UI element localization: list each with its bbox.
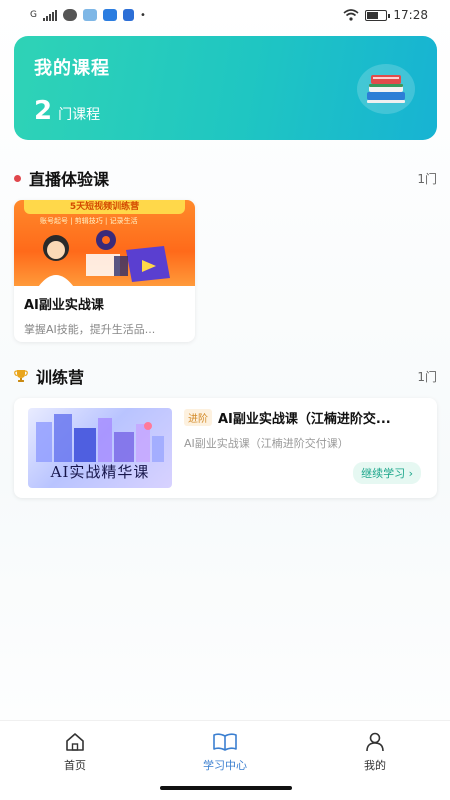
- advanced-badge: 进阶: [184, 409, 212, 426]
- home-indicator[interactable]: [160, 786, 292, 790]
- user-icon: [366, 732, 384, 752]
- camp-course-card[interactable]: AI实战精华课 进阶 AI副业实战课（江楠进阶交... AI副业实战课（江楠进阶…: [14, 398, 437, 498]
- more-dot-icon: •: [139, 9, 146, 21]
- live-section-count: 1门: [417, 171, 437, 186]
- home-icon: [66, 733, 84, 751]
- tab-home-label: 首页: [64, 759, 86, 772]
- camp-course-title: AI副业实战课（江楠进阶交...: [218, 412, 391, 427]
- battery-icon: [365, 9, 391, 21]
- app-icon: [102, 9, 117, 21]
- wechat-icon: [62, 9, 77, 21]
- camp-course-subtitle: AI副业实战课（江楠进阶交付课）: [184, 437, 349, 450]
- my-courses-card[interactable]: 我的课程 2 门课程: [14, 36, 437, 140]
- thumbnail-caption: AI实战精华课: [50, 463, 150, 481]
- shield-icon: [122, 9, 134, 21]
- signal-icon: [42, 9, 57, 21]
- mail-icon: [82, 9, 97, 21]
- camp-section-title: 训练营: [36, 368, 85, 387]
- live-course-card[interactable]: 5天短视频训练营 账号起号 | 剪辑技巧 | 记录生活 AI副业实战课 掌握AI…: [14, 200, 195, 342]
- wifi-icon: [343, 9, 359, 21]
- camp-section-header: 训练营 1门: [14, 364, 437, 388]
- course-count-unit: 门课程: [58, 107, 101, 123]
- book-open-icon: [213, 733, 237, 751]
- status-bar: G • 17:28: [0, 0, 450, 30]
- continue-learning-button[interactable]: 继续学习 ›: [353, 462, 421, 484]
- live-dot-icon: [14, 174, 21, 182]
- presenter-illustration: [39, 230, 170, 286]
- clock: 17:28: [393, 8, 428, 22]
- tab-study-center[interactable]: 学习中心: [185, 731, 265, 773]
- trophy-icon: [14, 370, 28, 382]
- live-course-title: AI副业实战课: [24, 298, 104, 313]
- tab-study-center-label: 学习中心: [203, 759, 247, 772]
- live-section-header: 直播体验课 1门: [14, 166, 437, 190]
- camp-course-thumbnail: AI实战精华课: [28, 408, 172, 488]
- tab-profile[interactable]: 我的: [335, 731, 415, 773]
- live-section-title: 直播体验课: [29, 170, 110, 189]
- live-course-thumbnail: 5天短视频训练营 账号起号 | 剪辑技巧 | 记录生活: [14, 200, 195, 286]
- books-icon: [357, 64, 415, 114]
- live-course-desc: 掌握AI技能，提升生活品...: [24, 323, 156, 336]
- carrier-label: G: [30, 10, 37, 20]
- course-count-number: 2: [34, 96, 53, 126]
- camp-section-count: 1门: [417, 369, 437, 384]
- thumbnail-banner: 5天短视频训练营: [24, 200, 185, 214]
- tab-home[interactable]: 首页: [35, 731, 115, 773]
- tab-profile-label: 我的: [364, 759, 386, 772]
